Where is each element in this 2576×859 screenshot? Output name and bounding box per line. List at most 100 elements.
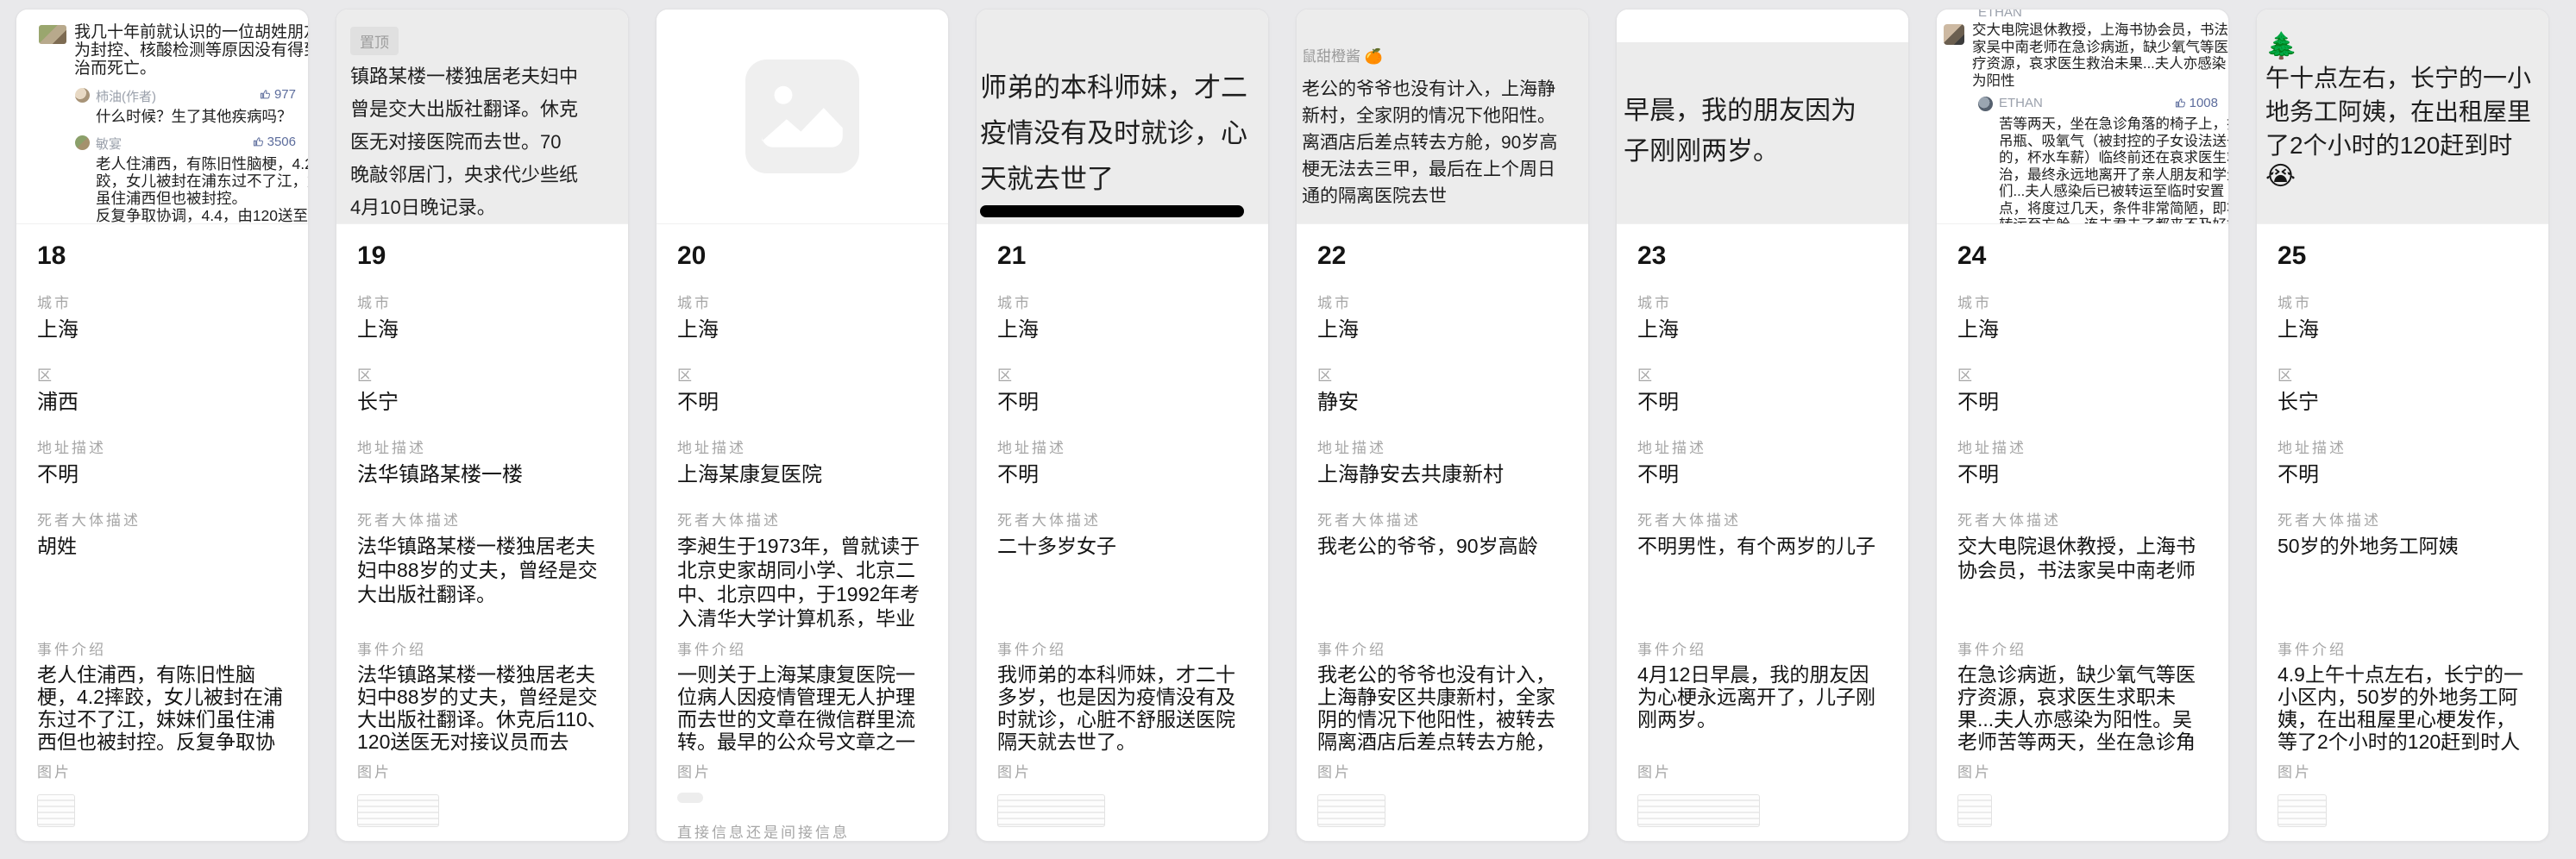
field-value-district: 长宁 bbox=[2278, 389, 2528, 416]
screenshot-white-band bbox=[1617, 9, 1908, 42]
screenshot-text: 苦等两天，坐在急诊角落的椅子上，打 bbox=[1999, 116, 2221, 134]
record-cover: 鼠甜橙酱 🍊 老公的爷爷也没有计入，上海静 新村，全家阴的情况下他阳性。 离酒店… bbox=[1297, 9, 1588, 224]
gallery-board: 我几十年前就认识的一位胡姓朋友也是因 为封控、核酸检测等原因没有得到及时救 治而… bbox=[0, 0, 2576, 842]
field-value-deceased: 胡姓 bbox=[37, 534, 287, 630]
screenshot-text: 午十点左右，长宁的一小 bbox=[2265, 61, 2548, 95]
record-cover: 我几十年前就认识的一位胡姓朋友也是因 为封控、核酸检测等原因没有得到及时救 治而… bbox=[16, 9, 308, 224]
avatar bbox=[1978, 97, 1993, 111]
screenshot-text: 疫情没有及时就诊，心 bbox=[980, 110, 1268, 156]
field-label-address: 地址描述 bbox=[677, 439, 927, 458]
image-attachment-thumbnail[interactable] bbox=[677, 793, 703, 803]
field-value-city: 上海 bbox=[677, 317, 927, 343]
screenshot-text: 疗资源，哀求医生救治未果...夫人亦感染 bbox=[1972, 56, 2228, 73]
field-value-event: 在急诊病逝，缺少氧气等医疗资源，哀求医生求职未果...夫人亦感染为阳性。吴老师苦… bbox=[1957, 663, 2208, 751]
field-value-address: 不明 bbox=[1957, 461, 2208, 488]
record-card-21[interactable]: 师弟的本科师妹，才二 疫情没有及时就诊，心 天就去世了 21 城市上海 区不明 … bbox=[976, 9, 1269, 842]
record-card-25[interactable]: 🌲 午十点左右，长宁的一小 地务工阿姨，在出租屋里 了2个小时的120赶到时 😭… bbox=[2256, 9, 2549, 842]
record-cover: 师弟的本科师妹，才二 疫情没有及时就诊，心 天就去世了 bbox=[977, 9, 1268, 224]
thumbs-up-icon bbox=[252, 135, 265, 148]
screenshot-text: 的，杯水车薪）临终前还在哀求医生救 bbox=[1999, 150, 2221, 167]
record-number: 18 bbox=[37, 241, 287, 271]
field-value-address: 法华镇路某楼一楼 bbox=[357, 461, 607, 488]
screenshot-text: 老公的爷爷也没有计入，上海静 bbox=[1302, 76, 1588, 103]
screenshot-text: 通的隔离医院去世 bbox=[1302, 183, 1588, 210]
field-value-district: 浦西 bbox=[37, 389, 287, 416]
avatar bbox=[1944, 24, 1964, 45]
attached-screenshot: 我几十年前就认识的一位胡姓朋友也是因 为封控、核酸检测等原因没有得到及时救 治而… bbox=[16, 9, 308, 223]
field-value-event: 4月12日早晨，我的朋友因为心梗永远离开了，儿子刚刚两岁。 bbox=[1637, 663, 1888, 751]
screenshot-text: 镇路某楼一楼独居老夫妇中 bbox=[350, 60, 628, 93]
attached-screenshot: 鼠甜橙酱 🍊 老公的爷爷也没有计入，上海静 新村，全家阴的情况下他阳性。 离酒店… bbox=[1297, 9, 1588, 223]
image-attachment-thumbnail[interactable] bbox=[1637, 794, 1760, 827]
screenshot-text: 什么时候？生了其他疾病吗？ bbox=[96, 108, 299, 125]
field-label-address: 地址描述 bbox=[37, 439, 287, 458]
commenter-name: ETHAN bbox=[1978, 9, 2221, 20]
field-value-address: 上海某康复医院 bbox=[677, 461, 927, 488]
image-attachment-thumbnail[interactable] bbox=[37, 794, 75, 827]
field-value-deceased: 50岁的外地务工阿姨 bbox=[2278, 534, 2528, 630]
screenshot-text: 了2个小时的120赶到时 bbox=[2265, 129, 2548, 162]
record-cover: ETHAN 交大电院退休教授，上海书协会员，书法 家吴中南老师在急诊病逝，缺少氧… bbox=[1937, 9, 2228, 224]
screenshot-text: 新村，全家阴的情况下他阳性。 bbox=[1302, 103, 1588, 129]
field-value-deceased: 交大电院退休教授，上海书协会员，书法家吴中南老师 bbox=[1957, 534, 2208, 630]
thumbs-up-icon bbox=[259, 88, 272, 101]
field-value-city: 上海 bbox=[997, 317, 1247, 343]
field-label-event: 事件介绍 bbox=[677, 641, 927, 660]
attached-screenshot: ETHAN 交大电院退休教授，上海书协会员，书法 家吴中南老师在急诊病逝，缺少氧… bbox=[1937, 9, 2228, 223]
record-cover: 🌲 午十点左右，长宁的一小 地务工阿姨，在出租屋里 了2个小时的120赶到时 😭 bbox=[2257, 9, 2548, 224]
screenshot-text: 晚敲邻居门，央求代少些纸 bbox=[350, 159, 628, 191]
record-card-23[interactable]: 早晨，我的朋友因为 子刚刚两岁。 23 城市上海 区不明 地址描述不明 死者大体… bbox=[1616, 9, 1909, 842]
attached-screenshot: 早晨，我的朋友因为 子刚刚两岁。 bbox=[1617, 42, 1908, 223]
image-attachment-thumbnail[interactable] bbox=[357, 794, 439, 827]
attached-screenshot: 置顶 镇路某楼一楼独居老夫妇中 曾是交大出版社翻译。休克 医无对接医院而去世。7… bbox=[336, 9, 628, 223]
field-value-event: 老人住浦西，有陈旧性脑梗，4.2摔跤，女儿被封在浦东过不了江，妹妹们虽住浦西但也… bbox=[37, 663, 287, 751]
field-label-event: 事件介绍 bbox=[1957, 641, 2208, 660]
screenshot-text: 为阳性 bbox=[1972, 73, 2228, 91]
field-label-event: 事件介绍 bbox=[37, 641, 287, 660]
record-number: 21 bbox=[997, 241, 1247, 271]
record-number: 25 bbox=[2278, 241, 2528, 271]
field-label-address: 地址描述 bbox=[1317, 439, 1568, 458]
field-value-address: 不明 bbox=[2278, 461, 2528, 488]
attached-screenshot: 师弟的本科师妹，才二 疫情没有及时就诊，心 天就去世了 bbox=[977, 9, 1268, 223]
screenshot-text: 反复争取协调，4.4，由120送至浦东 bbox=[96, 207, 299, 224]
field-label-address: 地址描述 bbox=[1957, 439, 2208, 458]
field-value-city: 上海 bbox=[357, 317, 607, 343]
record-number: 23 bbox=[1637, 241, 1888, 271]
like-count: 3506 bbox=[252, 135, 296, 149]
field-label-event: 事件介绍 bbox=[997, 641, 1247, 660]
commenter-name: 柿油(作者) bbox=[96, 90, 156, 104]
field-value-district: 不明 bbox=[677, 389, 927, 416]
field-label-image: 图片 bbox=[1637, 763, 1888, 782]
field-label-image: 图片 bbox=[357, 763, 607, 782]
record-card-19[interactable]: 置顶 镇路某楼一楼独居老夫妇中 曾是交大出版社翻译。休克 医无对接医院而去世。7… bbox=[336, 9, 629, 842]
field-value-district: 长宁 bbox=[357, 389, 607, 416]
record-card-22[interactable]: 鼠甜橙酱 🍊 老公的爷爷也没有计入，上海静 新村，全家阴的情况下他阳性。 离酒店… bbox=[1296, 9, 1589, 842]
record-number: 24 bbox=[1957, 241, 2208, 271]
record-card-18[interactable]: 我几十年前就认识的一位胡姓朋友也是因 为封控、核酸检测等原因没有得到及时救 治而… bbox=[16, 9, 309, 842]
image-attachment-thumbnail[interactable] bbox=[2278, 794, 2327, 827]
screenshot-text: 子刚刚两岁。 bbox=[1624, 131, 1908, 172]
record-card-20[interactable]: 20 城市上海 区不明 地址描述上海某康复医院 死者大体描述李昶生于1973年，… bbox=[656, 9, 949, 842]
field-label-city: 城市 bbox=[1637, 294, 1888, 313]
screenshot-text: 老人住浦西，有陈旧性脑梗，4.2摔 bbox=[96, 155, 299, 172]
field-label-district: 区 bbox=[997, 367, 1247, 386]
record-card-24[interactable]: ETHAN 交大电院退休教授，上海书协会员，书法 家吴中南老师在急诊病逝，缺少氧… bbox=[1936, 9, 2229, 842]
field-label-image: 图片 bbox=[997, 763, 1247, 782]
field-value-district: 不明 bbox=[997, 389, 1247, 416]
image-attachment-thumbnail[interactable] bbox=[997, 794, 1105, 827]
field-label-district: 区 bbox=[37, 367, 287, 386]
field-label-deceased: 死者大体描述 bbox=[1317, 511, 1568, 530]
field-label-deceased: 死者大体描述 bbox=[677, 511, 927, 530]
field-value-district: 不明 bbox=[1637, 389, 1888, 416]
screenshot-text: 点，将度过几天，条件非常简陋，即将 bbox=[1999, 201, 2221, 218]
field-label-event: 事件介绍 bbox=[357, 641, 607, 660]
avatar bbox=[75, 135, 90, 150]
image-attachment-thumbnail[interactable] bbox=[1957, 794, 1992, 827]
commenter-name: 敏宴 bbox=[96, 137, 122, 152]
field-label-city: 城市 bbox=[677, 294, 927, 313]
field-value-deceased: 法华镇路某楼一楼独居老夫妇中88岁的丈夫，曾经是交大出版社翻译。 bbox=[357, 534, 607, 630]
image-attachment-thumbnail[interactable] bbox=[1317, 794, 1385, 827]
field-value-district: 不明 bbox=[1957, 389, 2208, 416]
field-label-deceased: 死者大体描述 bbox=[37, 511, 287, 530]
